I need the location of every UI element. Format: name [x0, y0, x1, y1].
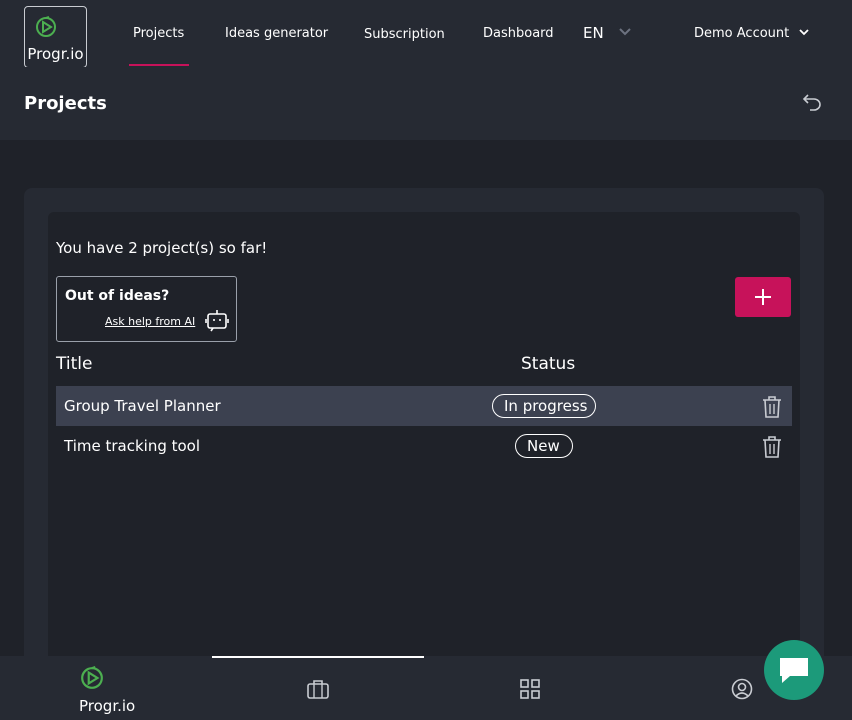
page-header: Projects	[0, 67, 852, 140]
page-title: Projects	[24, 93, 107, 114]
user-circle-icon[interactable]	[731, 678, 753, 700]
nav-dashboard[interactable]: Dashboard	[483, 26, 554, 41]
projects-count-text: You have 2 project(s) so far!	[56, 239, 268, 257]
robot-icon[interactable]	[205, 308, 229, 332]
ask-ai-link[interactable]: Ask help from AI	[105, 315, 195, 328]
ideas-title: Out of ideas?	[65, 288, 170, 304]
nav-active-indicator	[129, 64, 189, 66]
chat-button[interactable]	[764, 640, 824, 700]
table-row[interactable]: Time tracking tool New	[56, 426, 792, 466]
language-selector[interactable]: EN	[583, 24, 604, 42]
account-menu[interactable]: Demo Account	[694, 26, 789, 41]
trash-icon[interactable]	[761, 435, 783, 459]
briefcase-icon[interactable]	[306, 678, 330, 700]
chevron-down-icon[interactable]	[799, 29, 809, 36]
trash-icon[interactable]	[761, 395, 783, 419]
plus-icon	[755, 289, 771, 305]
chevron-down-icon[interactable]	[619, 28, 631, 36]
undo-back-icon[interactable]	[802, 93, 822, 111]
chat-icon	[780, 658, 808, 683]
logo-text: Progr.io	[27, 45, 84, 63]
grid-icon[interactable]	[519, 678, 541, 700]
brand-logo[interactable]: Progr.io	[24, 6, 87, 68]
project-title[interactable]: Time tracking tool	[64, 437, 200, 455]
bottom-logo-text[interactable]: Progr.io	[79, 697, 135, 715]
nav-ideas-generator[interactable]: Ideas generator	[225, 26, 328, 41]
project-title[interactable]: Group Travel Planner	[64, 397, 221, 415]
nav-subscription[interactable]: Subscription	[364, 27, 445, 42]
table-row[interactable]: Group Travel Planner In progress	[56, 386, 792, 426]
logo-icon	[36, 16, 56, 37]
logo-icon[interactable]	[80, 666, 104, 690]
nav-projects[interactable]: Projects	[133, 26, 184, 41]
top-navbar: Progr.io Projects Ideas generator Subscr…	[0, 0, 852, 68]
column-header-title: Title	[56, 354, 93, 374]
add-project-button[interactable]	[735, 277, 791, 317]
ai-ideas-box: Out of ideas? Ask help from AI	[56, 276, 237, 342]
column-header-status: Status	[521, 354, 576, 374]
status-badge: In progress	[492, 394, 596, 418]
bottom-nav-active-indicator	[212, 656, 424, 658]
bottom-navbar: Progr.io	[0, 656, 852, 720]
status-badge: New	[515, 434, 573, 458]
